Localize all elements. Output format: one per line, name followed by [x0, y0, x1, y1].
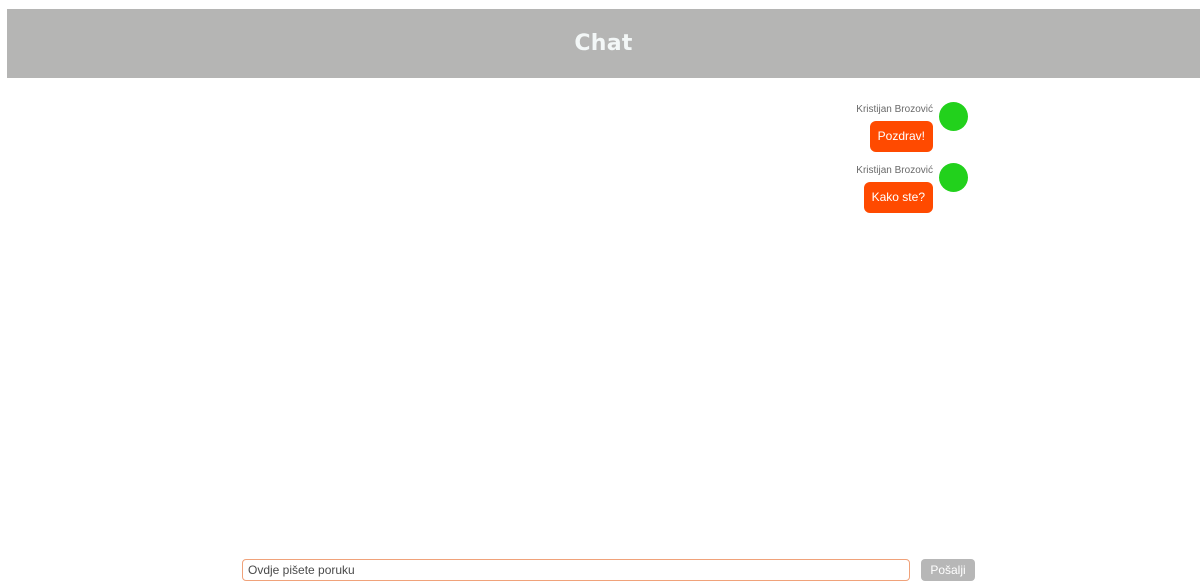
- avatar: [939, 102, 968, 131]
- avatar: [939, 163, 968, 192]
- message-body: Kristijan Brozović Kako ste?: [856, 161, 933, 213]
- message-input[interactable]: [242, 559, 910, 581]
- message-bubble: Kako ste?: [863, 182, 933, 213]
- header-bar: Chat: [7, 9, 1200, 78]
- message-body: Kristijan Brozović Pozdrav!: [856, 100, 933, 152]
- message-composer: Pošalji: [242, 559, 977, 581]
- send-button[interactable]: Pošalji: [921, 559, 975, 581]
- message-item: Kristijan Brozović Kako ste?: [856, 161, 968, 213]
- page-title: Chat: [574, 31, 633, 56]
- message-author: Kristijan Brozović: [856, 165, 933, 176]
- message-bubble: Pozdrav!: [869, 121, 933, 152]
- chat-page: Chat Kristijan Brozović Pozdrav! Kristij…: [0, 0, 1200, 581]
- message-author: Kristijan Brozović: [856, 104, 933, 115]
- message-item: Kristijan Brozović Pozdrav!: [856, 100, 968, 152]
